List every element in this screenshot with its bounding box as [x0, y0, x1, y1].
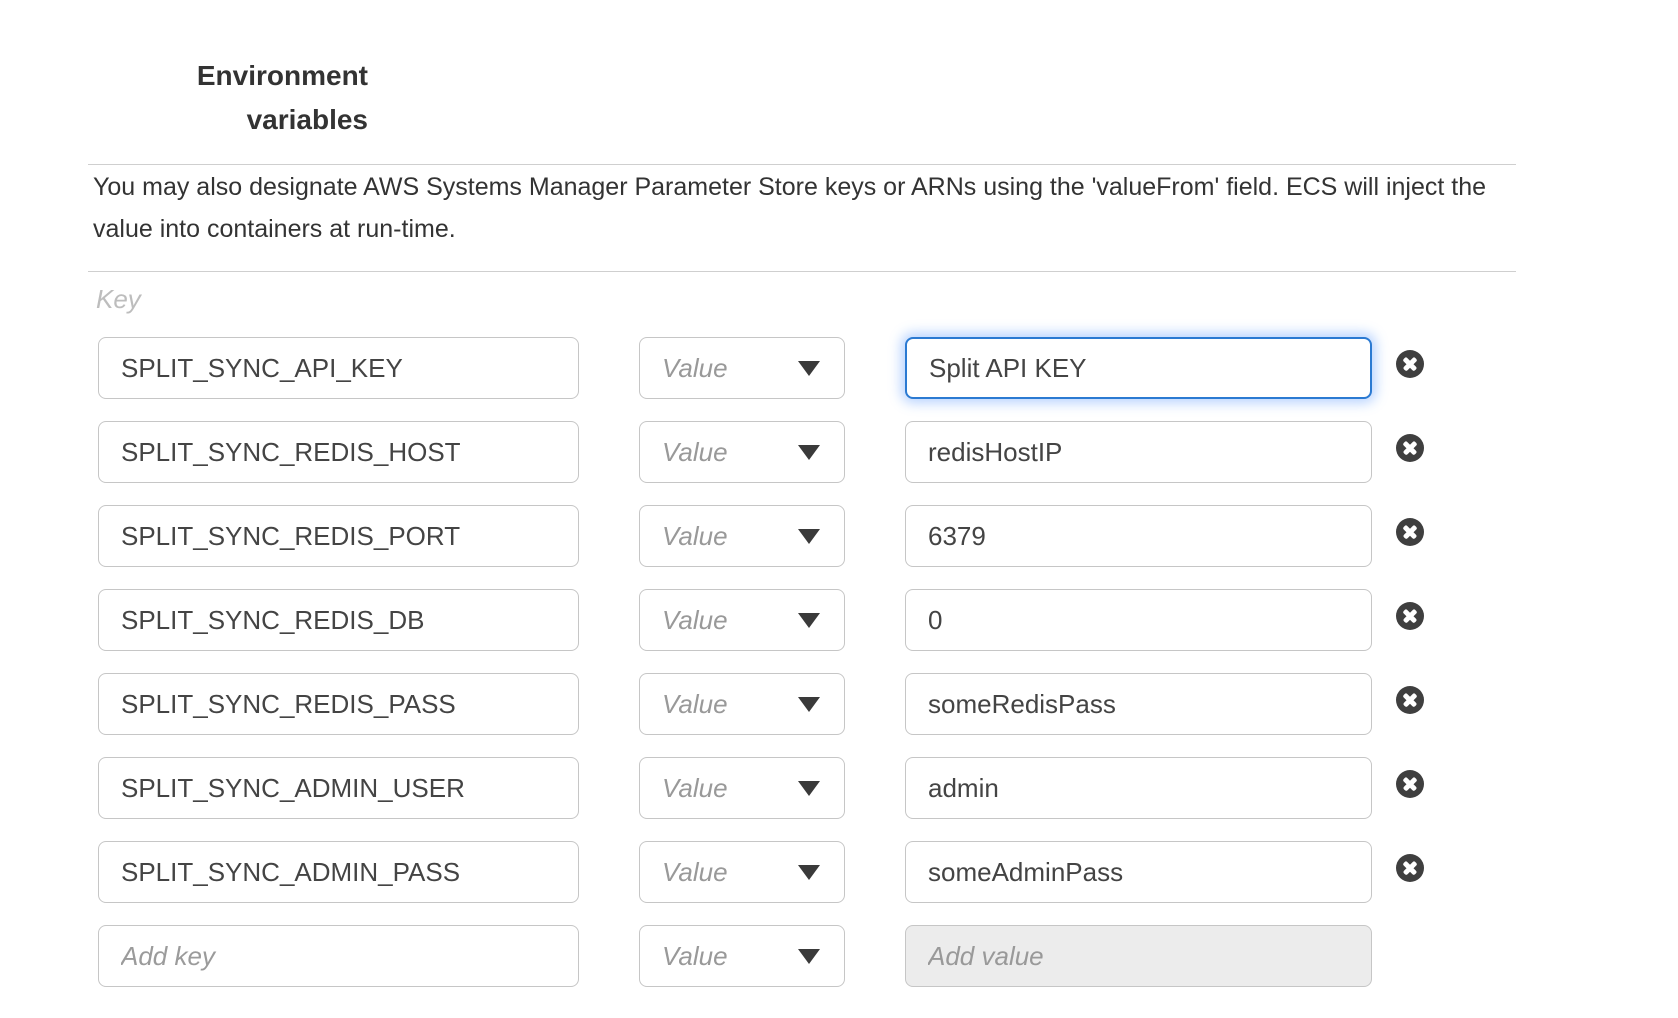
- value-type-selected: Value: [662, 353, 728, 384]
- env-var-row: Value: [98, 757, 1548, 819]
- env-var-rows: Value Value Value Value: [98, 337, 1548, 1009]
- value-type-dropdown[interactable]: Value: [639, 421, 845, 483]
- chevron-down-icon: [798, 949, 820, 964]
- help-text: You may also designate AWS Systems Manag…: [93, 166, 1523, 250]
- remove-row-button[interactable]: [1396, 854, 1424, 882]
- env-var-row: Value: [98, 421, 1548, 483]
- value-type-dropdown[interactable]: Value: [639, 337, 845, 399]
- chevron-down-icon: [798, 361, 820, 376]
- environment-variables-form: Environment variables You may also desig…: [0, 0, 1678, 1018]
- key-column-header: Key: [96, 284, 141, 315]
- env-value-input[interactable]: [905, 757, 1372, 819]
- value-type-selected: Value: [662, 689, 728, 720]
- chevron-down-icon: [798, 529, 820, 544]
- value-type-selected: Value: [662, 437, 728, 468]
- remove-row-button[interactable]: [1396, 350, 1424, 378]
- env-var-row: Value: [98, 589, 1548, 651]
- env-var-row: Value: [98, 505, 1548, 567]
- env-key-input[interactable]: [98, 841, 579, 903]
- value-type-dropdown[interactable]: Value: [639, 841, 845, 903]
- remove-row-button[interactable]: [1396, 434, 1424, 462]
- value-type-dropdown[interactable]: Value: [639, 925, 845, 987]
- value-type-selected: Value: [662, 941, 728, 972]
- value-type-selected: Value: [662, 521, 728, 552]
- env-key-input[interactable]: [98, 925, 579, 987]
- chevron-down-icon: [798, 781, 820, 796]
- env-key-input[interactable]: [98, 505, 579, 567]
- env-var-row: Value: [98, 841, 1548, 903]
- value-type-selected: Value: [662, 857, 728, 888]
- value-type-dropdown[interactable]: Value: [639, 757, 845, 819]
- chevron-down-icon: [798, 697, 820, 712]
- env-var-row: Value: [98, 337, 1548, 399]
- env-key-input[interactable]: [98, 337, 579, 399]
- field-label-line1: Environment: [88, 54, 368, 98]
- remove-row-button[interactable]: [1396, 686, 1424, 714]
- field-label-environment-variables: Environment variables: [88, 54, 368, 142]
- value-type-dropdown[interactable]: Value: [639, 589, 845, 651]
- env-value-input[interactable]: [905, 841, 1372, 903]
- chevron-down-icon: [798, 613, 820, 628]
- remove-row-button[interactable]: [1396, 518, 1424, 546]
- value-type-dropdown[interactable]: Value: [639, 505, 845, 567]
- divider-bottom: [88, 271, 1516, 272]
- env-var-row: Value: [98, 673, 1548, 735]
- value-type-selected: Value: [662, 773, 728, 804]
- chevron-down-icon: [798, 865, 820, 880]
- remove-row-button[interactable]: [1396, 602, 1424, 630]
- env-var-row: Value: [98, 925, 1548, 987]
- env-value-input[interactable]: [905, 925, 1372, 987]
- remove-row-button[interactable]: [1396, 770, 1424, 798]
- chevron-down-icon: [798, 445, 820, 460]
- env-value-input[interactable]: [905, 673, 1372, 735]
- value-type-dropdown[interactable]: Value: [639, 673, 845, 735]
- env-key-input[interactable]: [98, 421, 579, 483]
- divider-top: [88, 164, 1516, 165]
- env-value-input[interactable]: [905, 421, 1372, 483]
- value-type-selected: Value: [662, 605, 728, 636]
- env-key-input[interactable]: [98, 757, 579, 819]
- env-value-input[interactable]: [905, 505, 1372, 567]
- env-key-input[interactable]: [98, 589, 579, 651]
- env-value-input[interactable]: [905, 589, 1372, 651]
- env-value-input[interactable]: [905, 337, 1372, 399]
- field-label-line2: variables: [88, 98, 368, 142]
- env-key-input[interactable]: [98, 673, 579, 735]
